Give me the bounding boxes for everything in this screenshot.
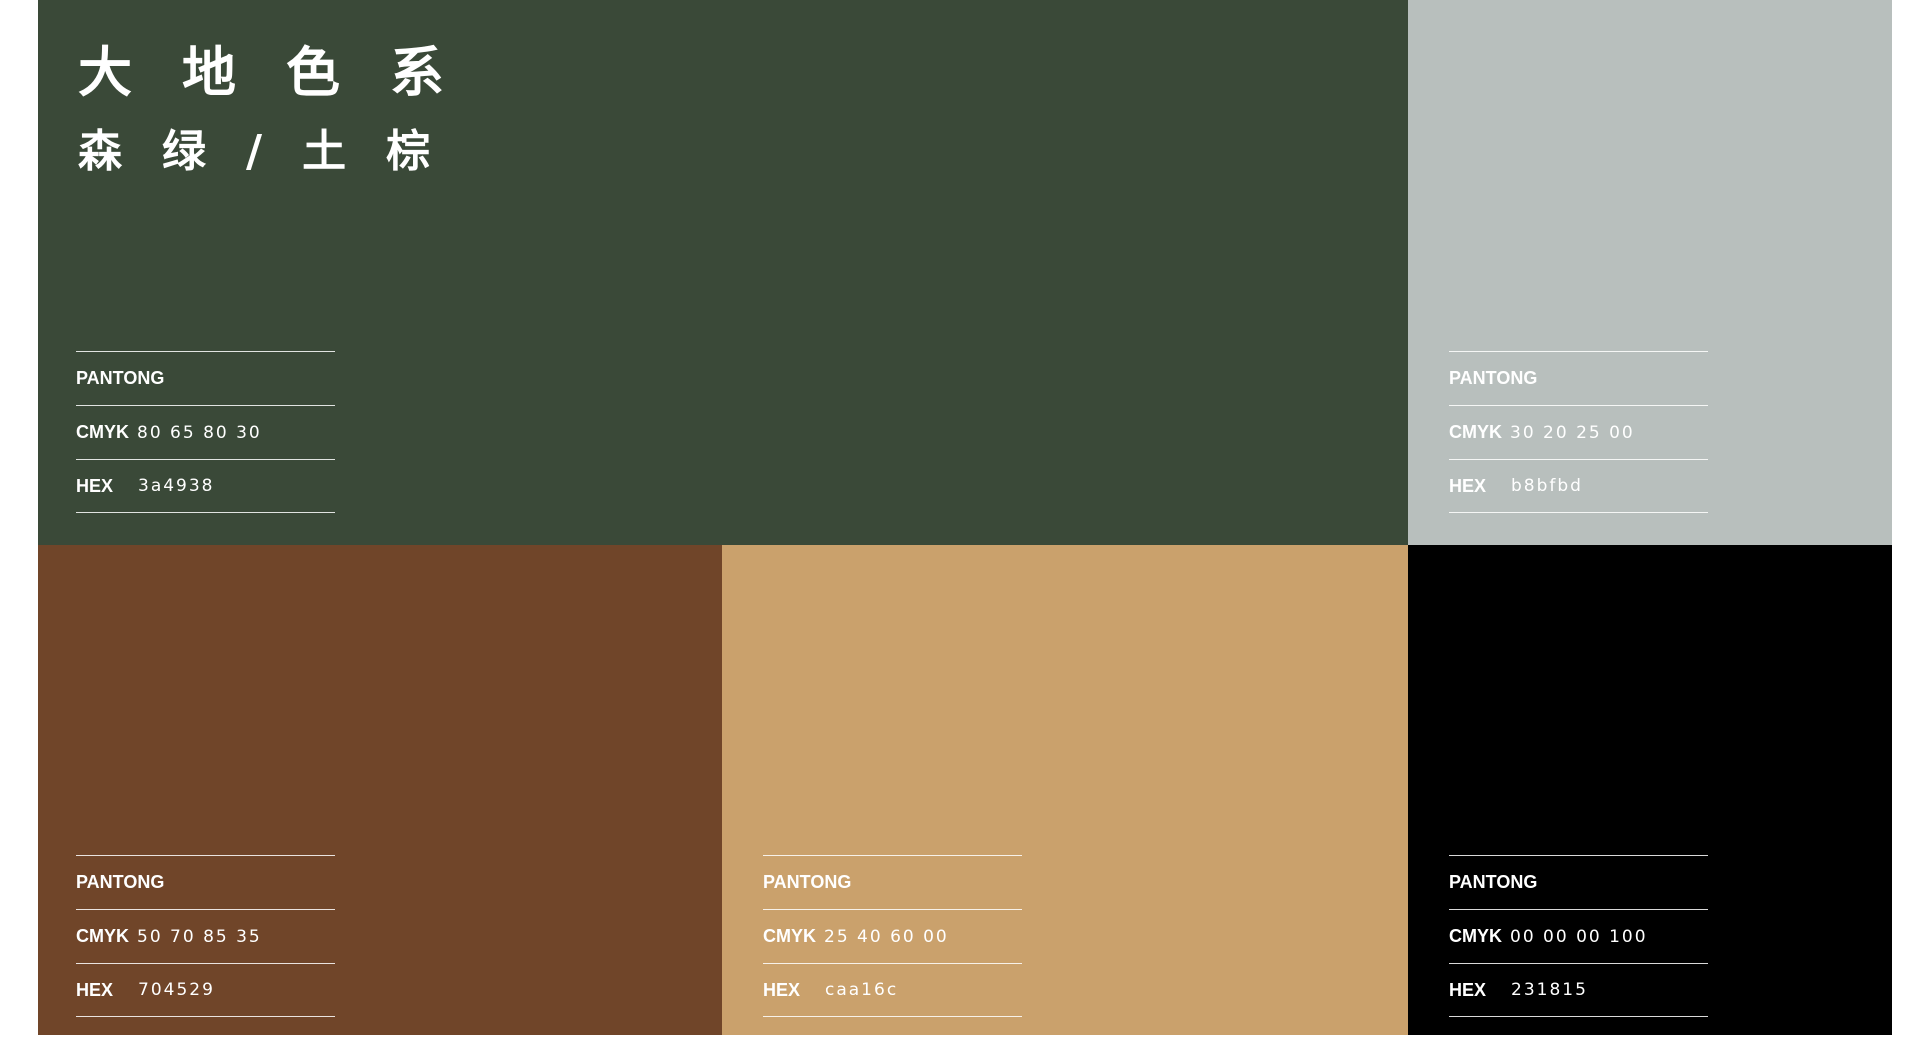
hex-row: HEX 231815	[1449, 963, 1708, 1017]
hex-value: caa16c	[825, 980, 899, 1000]
hex-label: HEX	[763, 979, 801, 1000]
cmyk-label: CMYK	[76, 422, 129, 442]
pantong-label: PANTONG	[1449, 368, 1538, 388]
hex-label: HEX	[1449, 979, 1487, 1000]
cmyk-label: CMYK	[1449, 422, 1502, 442]
hex-row: HEX caa16c	[763, 963, 1022, 1017]
pantong-label: PANTONG	[1449, 872, 1538, 892]
pantong-row: PANTONG	[763, 855, 1022, 909]
swatch-black: PANTONG CMYK 00 00 00 100 HEX 231815	[1408, 545, 1892, 1035]
cmyk-row: CMYK 80 65 80 30	[76, 405, 335, 459]
hex-value: b8bfbd	[1511, 476, 1583, 496]
hex-label: HEX	[1449, 475, 1487, 496]
cmyk-value: 30 20 25 00	[1510, 422, 1635, 443]
cmyk-value: 80 65 80 30	[137, 422, 262, 443]
cmyk-label: CMYK	[76, 926, 129, 946]
page-title: 大地色系	[78, 41, 494, 104]
hex-row: HEX 704529	[76, 963, 335, 1017]
color-spec: PANTONG CMYK 50 70 85 35 HEX 704529	[76, 855, 335, 1017]
color-spec: PANTONG CMYK 80 65 80 30 HEX 3a4938	[76, 351, 335, 513]
color-spec: PANTONG CMYK 25 40 60 00 HEX caa16c	[763, 855, 1022, 1017]
pantong-row: PANTONG	[76, 351, 335, 405]
page-subtitle: 森绿/土棕	[78, 126, 471, 177]
hex-label: HEX	[76, 979, 114, 1000]
hex-value: 3a4938	[138, 476, 215, 496]
cmyk-label: CMYK	[1449, 926, 1502, 946]
cmyk-row: CMYK 25 40 60 00	[763, 909, 1022, 963]
swatch-earth-brown: PANTONG CMYK 50 70 85 35 HEX 704529	[38, 545, 722, 1035]
pantong-label: PANTONG	[76, 872, 165, 892]
color-spec: PANTONG CMYK 00 00 00 100 HEX 231815	[1449, 855, 1708, 1017]
pantong-row: PANTONG	[76, 855, 335, 909]
hex-label: HEX	[76, 475, 114, 496]
pantong-row: PANTONG	[1449, 855, 1708, 909]
hex-row: HEX 3a4938	[76, 459, 335, 513]
swatch-grey: PANTONG CMYK 30 20 25 00 HEX b8bfbd	[1408, 0, 1892, 545]
cmyk-row: CMYK 30 20 25 00	[1449, 405, 1708, 459]
cmyk-value: 25 40 60 00	[824, 926, 949, 947]
pantong-label: PANTONG	[76, 368, 165, 388]
cmyk-label: CMYK	[763, 926, 816, 946]
hex-value: 231815	[1511, 980, 1588, 1000]
hex-row: HEX b8bfbd	[1449, 459, 1708, 513]
cmyk-row: CMYK 50 70 85 35	[76, 909, 335, 963]
cmyk-value: 50 70 85 35	[137, 926, 262, 947]
cmyk-value: 00 00 00 100	[1510, 926, 1648, 947]
swatch-tan: PANTONG CMYK 25 40 60 00 HEX caa16c	[722, 545, 1408, 1035]
cmyk-row: CMYK 00 00 00 100	[1449, 909, 1708, 963]
pantong-label: PANTONG	[763, 872, 852, 892]
swatch-forest-green: 大地色系 森绿/土棕 PANTONG CMYK 80 65 80 30 HEX 3a…	[38, 0, 1408, 545]
hex-value: 704529	[138, 980, 215, 1000]
title-block: 大地色系 森绿/土棕	[78, 42, 494, 178]
color-spec: PANTONG CMYK 30 20 25 00 HEX b8bfbd	[1449, 351, 1708, 513]
pantong-row: PANTONG	[1449, 351, 1708, 405]
